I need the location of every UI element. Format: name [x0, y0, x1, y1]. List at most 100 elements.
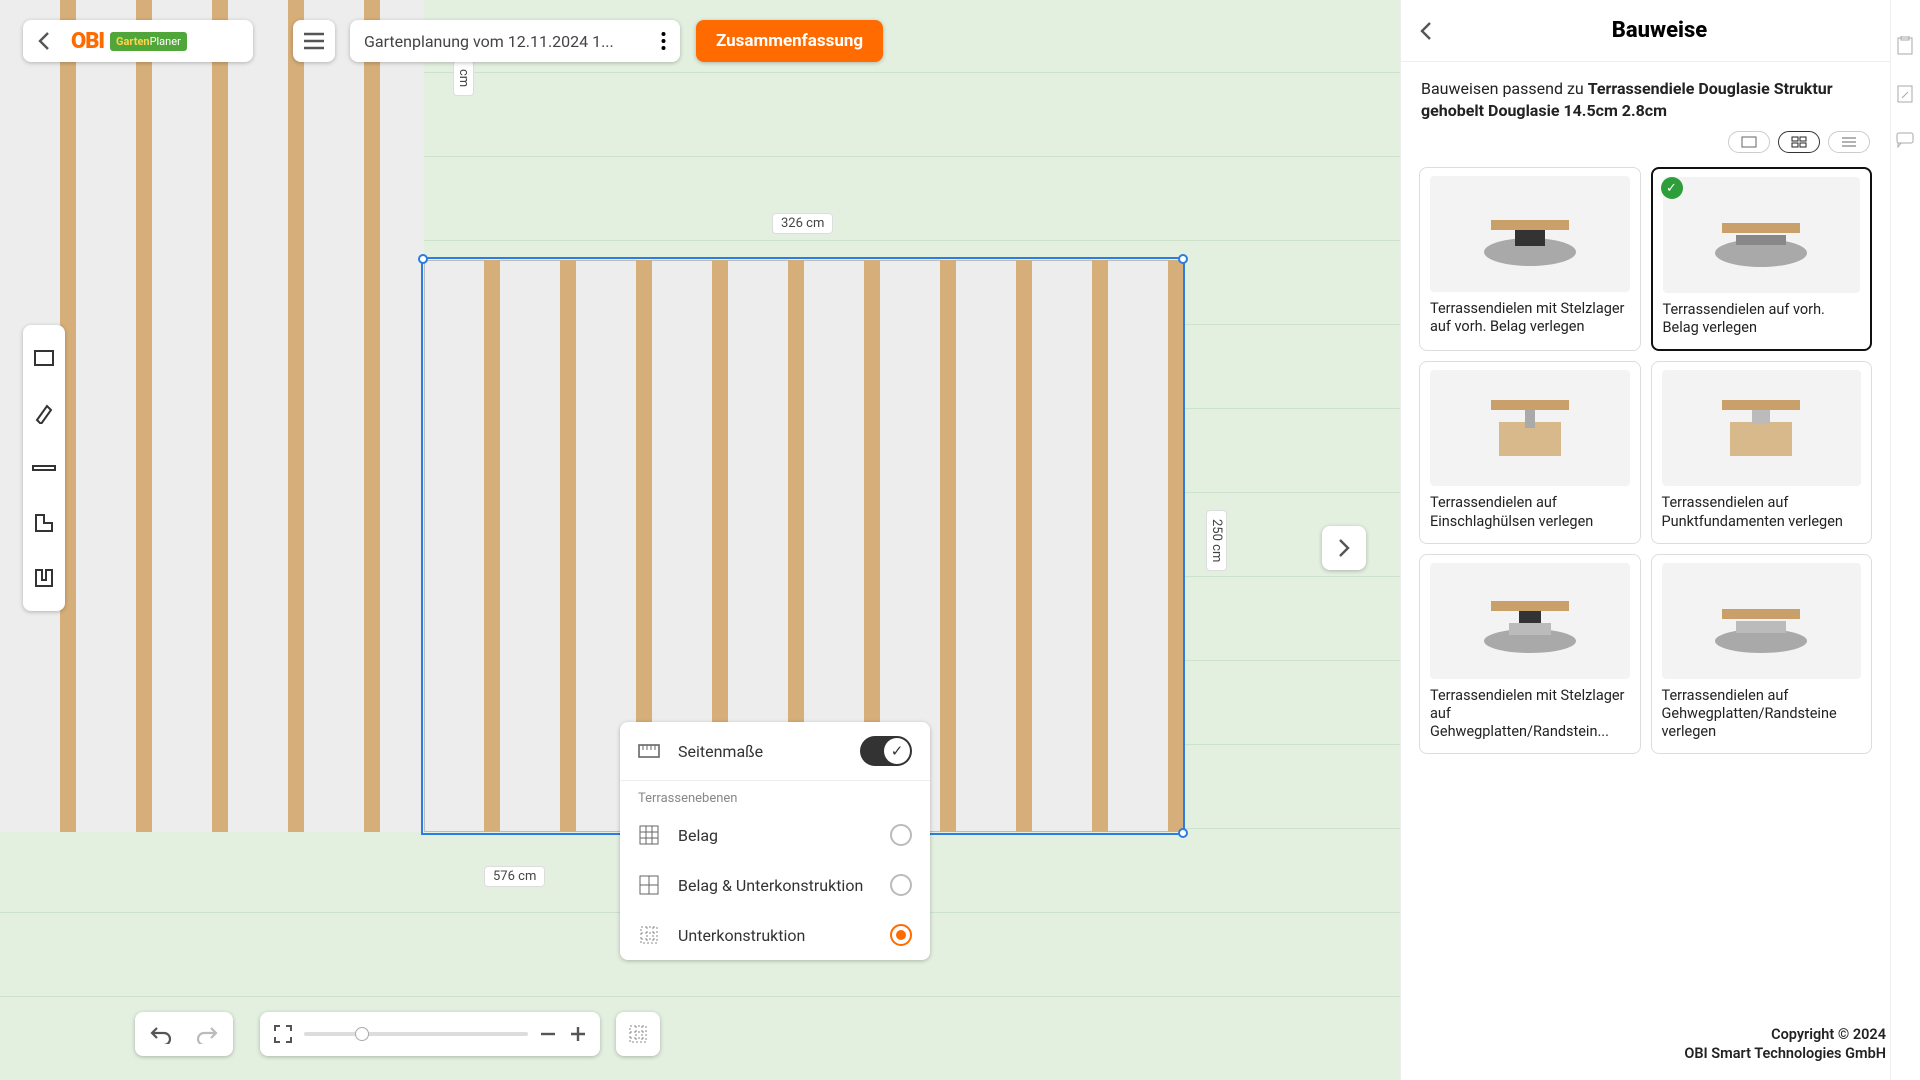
- undo-icon: [149, 1024, 173, 1044]
- zoom-card: [260, 1012, 600, 1056]
- thumb-stelzlager-gehweg: [1475, 581, 1585, 661]
- obi-logo: OBI: [71, 29, 104, 54]
- plus-icon: [568, 1024, 588, 1044]
- measure-height[interactable]: 250 cm: [1206, 510, 1227, 571]
- shape-tool-strip: [23, 325, 65, 611]
- u-shape-icon: [33, 567, 55, 589]
- construction-card[interactable]: Terrassendielen mit Stelzlager auf vorh.…: [1419, 167, 1641, 351]
- ruler-icon: [638, 744, 664, 758]
- header-left-card: OBI GartenPlaner: [23, 20, 253, 62]
- zoom-slider[interactable]: [304, 1032, 528, 1036]
- layer-label: Belag: [678, 826, 718, 845]
- kebab-icon: [661, 31, 666, 51]
- card-caption: Terrassendielen mit Stelzlager auf Gehwe…: [1430, 687, 1630, 741]
- clipboard-pen-icon: [1896, 84, 1914, 104]
- project-title: Gartenplanung vom 12.11.2024 1...: [364, 32, 614, 51]
- line-tool[interactable]: [23, 441, 65, 496]
- view-grid[interactable]: [1778, 131, 1820, 153]
- measure-bottom[interactable]: 576 cm: [484, 866, 545, 887]
- layer-popup: Seitenmaße Terrassenebenen Belag Belag &…: [620, 722, 930, 960]
- redo-button[interactable]: [195, 1024, 219, 1044]
- construction-cards-grid: Terrassendielen mit Stelzlager auf vorh.…: [1401, 167, 1890, 754]
- pen-icon: [33, 402, 55, 424]
- grid-toggle-button[interactable]: [616, 1012, 660, 1056]
- radio[interactable]: [890, 874, 912, 896]
- panel-back-button[interactable]: [1419, 21, 1447, 41]
- layer-option-unterkonstruktion[interactable]: Unterkonstruktion: [620, 910, 930, 960]
- l-shape-tool[interactable]: [23, 495, 65, 550]
- chat-icon: [1896, 132, 1914, 148]
- dimensions-toggle[interactable]: [860, 736, 912, 766]
- measure-width[interactable]: 326 cm: [772, 213, 833, 234]
- substructure-icon: [638, 924, 664, 946]
- copyright: Copyright © 2024 OBI Smart Technologies …: [1684, 1025, 1886, 1064]
- fit-screen-button[interactable]: [272, 1023, 294, 1045]
- thumb-vorh-belag: [1706, 195, 1816, 275]
- card-caption: Terrassendielen auf vorh. Belag verlegen: [1663, 301, 1861, 337]
- panel-subtitle: Bauweisen passend zu Terrassendiele Doug…: [1401, 62, 1890, 125]
- dimensions-label: Seitenmaße: [678, 742, 763, 761]
- construction-card-selected[interactable]: ✓ Terrassendielen auf vorh. Belag verleg…: [1651, 167, 1873, 351]
- hamburger-icon: [303, 32, 325, 50]
- construction-card[interactable]: Terrassendielen auf Punktfundamenten ver…: [1651, 361, 1873, 543]
- view-list[interactable]: [1828, 131, 1870, 153]
- list-view-icon: [1841, 136, 1857, 148]
- undo-button[interactable]: [149, 1024, 173, 1044]
- view-large[interactable]: [1728, 131, 1770, 153]
- thumb-punktfundamente: [1706, 388, 1816, 468]
- zoom-out-button[interactable]: [538, 1024, 558, 1044]
- rectangle-tool[interactable]: [23, 331, 65, 386]
- chat-tab[interactable]: [1896, 132, 1916, 152]
- pen-tool[interactable]: [23, 386, 65, 441]
- zoom-thumb[interactable]: [355, 1027, 369, 1041]
- clipboard-edit-tab[interactable]: [1896, 84, 1916, 104]
- check-icon: ✓: [1661, 177, 1683, 199]
- redo-icon: [195, 1024, 219, 1044]
- clipboard-icon: [1896, 36, 1914, 56]
- card-caption: Terrassendielen auf Punktfundamenten ver…: [1662, 494, 1862, 530]
- right-edge-tabs: [1890, 0, 1920, 1080]
- layer-option-both[interactable]: Belag & Unterkonstruktion: [620, 860, 930, 910]
- thumb-einschlaghuelsen: [1475, 388, 1585, 468]
- chevron-left-icon: [37, 31, 51, 51]
- undo-redo-card: [135, 1012, 233, 1056]
- bauweise-panel: Bauweise Bauweisen passend zu Terrassend…: [1400, 0, 1890, 1080]
- construction-card[interactable]: Terrassendielen auf Gehwegplatten/Randst…: [1651, 554, 1873, 754]
- project-title-card[interactable]: Gartenplanung vom 12.11.2024 1...: [350, 20, 680, 62]
- card-caption: Terrassendielen auf Gehwegplatten/Randst…: [1662, 687, 1862, 741]
- panel-title: Bauweise: [1447, 18, 1872, 43]
- grid-icon: [627, 1023, 649, 1045]
- view-toggle-group: [1401, 125, 1890, 167]
- gartenplaner-badge: GartenPlaner: [110, 32, 187, 51]
- next-panel-button[interactable]: [1322, 526, 1366, 570]
- project-menu-dots[interactable]: [661, 31, 666, 51]
- radio[interactable]: [890, 824, 912, 846]
- layer-label: Belag & Unterkonstruktion: [678, 876, 863, 895]
- clipboard-tab[interactable]: [1896, 36, 1916, 56]
- construction-card[interactable]: Terrassendielen auf Einschlaghülsen verl…: [1419, 361, 1641, 543]
- layer-label: Unterkonstruktion: [678, 926, 805, 945]
- back-button[interactable]: [23, 20, 65, 62]
- line-icon: [32, 463, 56, 473]
- card-caption: Terrassendielen mit Stelzlager auf vorh.…: [1430, 300, 1630, 336]
- chevron-left-icon: [1419, 21, 1433, 41]
- both-icon: [638, 874, 664, 896]
- belag-icon: [638, 824, 664, 846]
- measure-left-vertical: cm: [453, 60, 474, 96]
- zoom-in-button[interactable]: [568, 1024, 588, 1044]
- thumb-stelzlager-belag: [1475, 194, 1585, 274]
- construction-card[interactable]: Terrassendielen mit Stelzlager auf Gehwe…: [1419, 554, 1641, 754]
- grid-view-icon: [1791, 136, 1807, 148]
- hamburger-menu[interactable]: [293, 20, 335, 62]
- panel-header: Bauweise: [1401, 0, 1890, 62]
- u-shape-tool[interactable]: [23, 550, 65, 605]
- layers-section-header: Terrassenebenen: [620, 781, 930, 810]
- dimensions-toggle-row[interactable]: Seitenmaße: [620, 722, 930, 780]
- layer-option-belag[interactable]: Belag: [620, 810, 930, 860]
- summary-button[interactable]: Zusammenfassung: [696, 20, 883, 62]
- minus-icon: [538, 1024, 558, 1044]
- single-view-icon: [1741, 136, 1757, 148]
- card-caption: Terrassendielen auf Einschlaghülsen verl…: [1430, 494, 1630, 530]
- fit-icon: [272, 1023, 294, 1045]
- radio-selected[interactable]: [890, 924, 912, 946]
